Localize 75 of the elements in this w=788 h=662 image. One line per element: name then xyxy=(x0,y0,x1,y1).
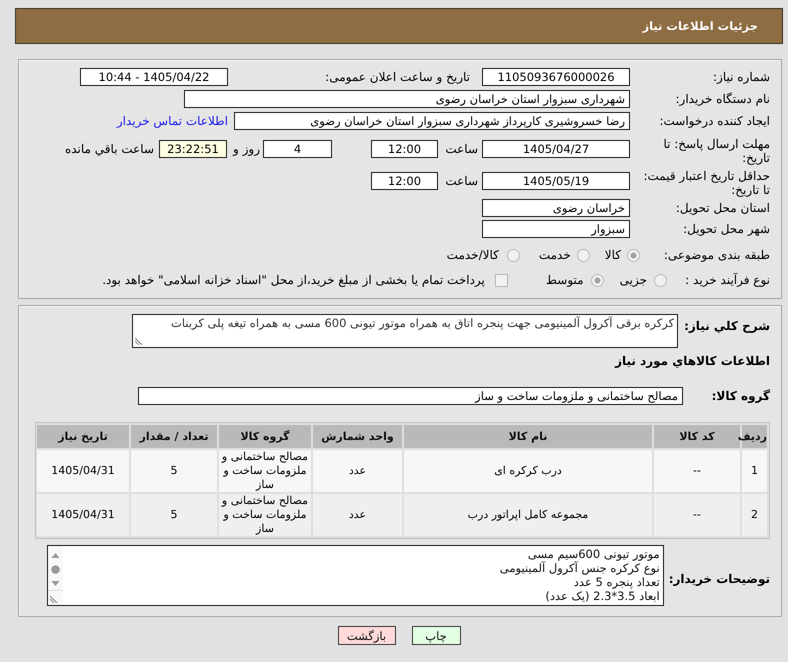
contact-link[interactable]: اطلاعات تماس خریدار xyxy=(116,114,228,128)
countdown-field: 23:22:51 xyxy=(159,140,227,158)
table-cell: 2 xyxy=(742,494,767,536)
table-header-cell: واحد شمارش xyxy=(313,425,402,448)
scroll-up-icon[interactable] xyxy=(50,551,60,560)
radio-button[interactable] xyxy=(590,274,604,286)
scrollbar[interactable] xyxy=(48,546,63,605)
radio-label: متوسط xyxy=(546,273,584,287)
table-cell: 1405/04/31 xyxy=(37,450,129,492)
radio-button[interactable] xyxy=(576,248,590,262)
radio-button[interactable] xyxy=(627,248,640,262)
field-label: شرح کلي نیاز: xyxy=(684,319,770,333)
table-cell: 1 xyxy=(742,450,767,492)
field-label: شهر محل تحویل: xyxy=(682,222,770,236)
checkbox-label: پرداخت تمام یا بخشی از مبلغ خرید،از محل "اسناد خزانه اسلامی" خواهد بود. xyxy=(102,273,485,287)
table-cell: مجموعه کامل اپراتور درب xyxy=(404,494,652,536)
page-title: جزئیات اطلاعات نیاز xyxy=(642,19,758,33)
input-field[interactable]: 1405/04/27 xyxy=(482,140,630,158)
back-button[interactable]: بازگشت xyxy=(338,626,396,645)
field-label: ساعت xyxy=(444,174,478,188)
input-field[interactable]: مصالح ساختمانی و ملزومات ساخت و ساز xyxy=(138,387,683,405)
radio-button[interactable] xyxy=(654,274,667,286)
input-field[interactable]: 1405/05/19 xyxy=(482,172,630,190)
table-header-cell: تعداد / مقدار xyxy=(131,425,217,448)
table-cell: 5 xyxy=(131,494,217,536)
input-field[interactable]: 1405/04/22 - 10:44 xyxy=(80,68,228,86)
field-label: مهلت ارسال پاسخ: تا تاریخ: xyxy=(662,137,770,165)
table-cell: 5 xyxy=(131,450,217,492)
field-label: روز و xyxy=(233,142,260,156)
table-cell: -- xyxy=(654,450,740,492)
table-cell: عدد xyxy=(313,494,402,536)
table-cell: مصالح ساختمانی و ملزومات ساخت و ساز xyxy=(219,494,311,536)
table-header-cell: تاریخ نیاز xyxy=(37,425,129,448)
table-cell: -- xyxy=(654,494,740,536)
input-field[interactable]: 12:00 xyxy=(371,172,438,190)
field-label: شماره نیاز: xyxy=(712,70,770,84)
field-label: توضیحات خریدار: xyxy=(668,572,770,586)
input-field[interactable]: شهرداری سبزوار استان خراسان رضوی xyxy=(184,90,630,108)
table-header-cell: کد کالا xyxy=(654,425,740,448)
notes-field[interactable]: موتور تیونی 600سیم مسی نوع کرکره جنس آکرول آلمینیومی تعداد پنجره 5 عدد ابعاد 3.5*2.3 (یک عدد) xyxy=(46,545,664,606)
input-field[interactable]: 1105093676000026 xyxy=(482,68,630,86)
checkbox[interactable] xyxy=(494,274,508,286)
radio-label: کالا/خدمت xyxy=(446,248,499,262)
field-label: استان محل تحویل: xyxy=(674,200,770,214)
field-label: طبقه بندی موضوعی: xyxy=(662,248,770,262)
scroll-down-icon[interactable] xyxy=(50,579,60,588)
field-label: حداقل تاریخ اعتبار قیمت: تا تاریخ: xyxy=(642,169,770,197)
input-field[interactable]: 4 xyxy=(263,140,332,158)
radio-label: جزیی xyxy=(620,273,647,287)
radio-label: کالا xyxy=(604,248,621,262)
table-cell: 1405/04/31 xyxy=(37,494,129,536)
print-button[interactable]: چاپ xyxy=(412,626,460,645)
table-cell: عدد xyxy=(313,450,402,492)
table-cell: مصالح ساختمانی و ملزومات ساخت و ساز xyxy=(219,450,311,492)
field-label: نام دستگاه خریدار: xyxy=(674,92,770,106)
field-label: ایجاد کننده درخواست: xyxy=(658,114,770,128)
radio-label: خدمت xyxy=(538,248,571,262)
table-header-cell: گروه کالا xyxy=(219,425,311,448)
field-label: نوع فرآیند خرید : xyxy=(684,273,770,287)
field-label: تاریخ و ساعت اعلان عمومی: xyxy=(324,70,470,84)
input-field[interactable]: رضا خسروشیری کارپرداز شهرداری سبزوار استان خراسان رضوی xyxy=(234,112,630,130)
section-title: اطلاعات کالاهاي مورد نیاز xyxy=(615,354,770,369)
field-label: گروه کالا: xyxy=(710,389,770,403)
table-cell: درب کرکره ای xyxy=(404,450,652,492)
resize-grip-icon[interactable] xyxy=(50,596,57,603)
input-field[interactable]: سبزوار xyxy=(482,220,630,238)
field-label: ساعت xyxy=(444,142,478,156)
input-field[interactable]: خراسان رضوی xyxy=(482,198,630,216)
scroll-thumb[interactable] xyxy=(50,565,60,574)
field-label: ساعت باقي مانده xyxy=(64,142,154,156)
description-field[interactable]: کرکره برقی آکرول آلمینیومی جهت پنجره اتاق به همراه موتور تیونی 600 مسی به همراه تیغه پلی کربنات xyxy=(132,314,678,348)
input-field[interactable]: 12:00 xyxy=(371,140,438,158)
table-header-cell: نام کالا xyxy=(404,425,652,448)
resize-grip-icon[interactable] xyxy=(135,338,142,345)
radio-button[interactable] xyxy=(506,248,520,262)
